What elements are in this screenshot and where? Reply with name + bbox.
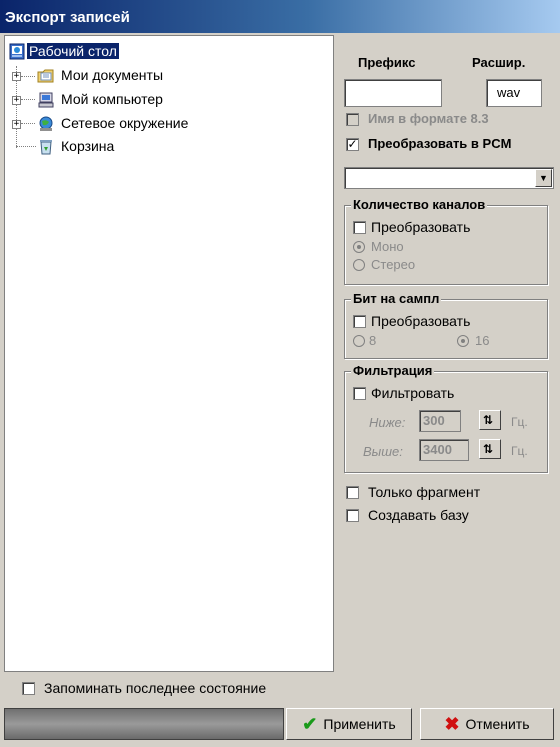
bits-group: Бит на сампл Преобразовать 8 16 [344,291,548,359]
settings-panel: Префикс Расшир. wav Имя в формате 8.3 ✓ … [338,35,560,700]
channels-convert-checkbox[interactable] [353,221,366,234]
filter-high-input[interactable]: 3400 [419,439,469,461]
fragment-only-label: Только фрагмент [368,484,481,500]
filter-enable-label: Фильтровать [371,385,455,401]
name-8-3-checkbox[interactable] [346,113,359,126]
tree-item-label: Корзина [61,138,115,154]
filter-high-label: Выше: [363,444,403,459]
channels-group: Количество каналов Преобразовать Моно Ст… [344,197,548,285]
cancel-button[interactable]: ✖ Отменить [420,708,554,740]
prefix-header: Префикс [358,55,416,70]
bottom-bar: ✔ Применить ✖ Отменить [0,704,560,747]
network-icon [39,116,53,131]
create-db-checkbox[interactable] [346,509,359,522]
bits-8-radio[interactable] [353,335,365,347]
tree-item-desktop[interactable]: Рабочий стол [5,42,205,62]
bits-convert-checkbox[interactable] [353,315,366,328]
filter-low-label: Ниже: [369,415,406,430]
bits-16-label: 16 [475,333,490,348]
mono-radio[interactable] [353,241,365,253]
filter-high-unit: Гц. [511,444,528,458]
apply-button[interactable]: ✔ Применить [286,708,412,740]
computer-icon [38,92,54,108]
filter-title: Фильтрация [351,363,435,378]
bits-8-label: 8 [369,333,377,348]
mono-label: Моно [371,239,404,254]
tree-item-label: Мои документы [61,67,164,83]
spinner-icon: ⇅ [483,442,494,456]
window-title: Экспорт записей [0,0,560,33]
channels-title: Количество каналов [351,197,488,212]
tree-item-my-documents[interactable]: + Мои документы [5,66,245,86]
stereo-label: Стерео [371,257,416,272]
cancel-label: Отменить [465,716,530,732]
filter-enable-checkbox[interactable] [353,387,366,400]
desktop-icon [9,43,25,60]
tree-item-network[interactable]: + Сетевое окружение [5,114,265,134]
bits-title: Бит на сампл [351,291,442,306]
recycle-bin-icon [40,140,52,155]
tree-item-recycle-bin[interactable]: Корзина [5,137,205,157]
bits-16-radio[interactable] [457,335,469,347]
channels-convert-label: Преобразовать [371,219,471,235]
tree-item-my-computer[interactable]: + Мой компьютер [5,90,245,110]
format-select[interactable]: ▼ [344,167,554,189]
convert-pcm-checkbox[interactable]: ✓ [346,138,359,151]
progress-bar [4,708,284,740]
fragment-only-checkbox[interactable] [346,486,359,499]
extension-value: wav [497,85,521,100]
tree-item-label: Мой компьютер [61,91,163,107]
expand-icon[interactable]: + [12,72,21,81]
remember-state-checkbox[interactable] [22,682,35,695]
create-db-label: Создавать базу [368,507,469,523]
remember-state-label: Запоминать последнее состояние [44,680,267,696]
prefix-input[interactable] [344,79,442,107]
apply-label: Применить [323,716,396,732]
tree-item-label: Рабочий стол [27,43,119,59]
extension-input[interactable]: wav [486,79,542,107]
extension-header: Расшир. [472,55,526,70]
spinner-icon: ⇅ [483,413,494,427]
filter-low-input[interactable]: 300 [419,410,461,432]
tree-item-label: Сетевое окружение [61,115,189,131]
filter-high-spinner[interactable]: ⇅ [479,439,501,459]
folder-tree[interactable]: Рабочий стол + Мои документы + Мой компь… [4,35,334,672]
name-8-3-label: Имя в формате 8.3 [368,111,489,126]
expand-icon[interactable]: + [12,96,21,105]
folder-icon [37,69,54,83]
filter-low-unit: Гц. [511,415,528,429]
checkmark-icon: ✔ [302,713,318,734]
filter-low-spinner[interactable]: ⇅ [479,410,501,430]
bits-convert-label: Преобразовать [371,313,471,329]
convert-pcm-label: Преобразовать в PCM [368,136,512,151]
close-icon: ✖ [444,713,460,734]
chevron-down-icon[interactable]: ▼ [535,169,552,187]
stereo-radio[interactable] [353,259,365,271]
expand-icon[interactable]: + [12,120,21,129]
filter-group: Фильтрация Фильтровать Ниже: 300 ⇅ Гц. В… [344,363,548,473]
